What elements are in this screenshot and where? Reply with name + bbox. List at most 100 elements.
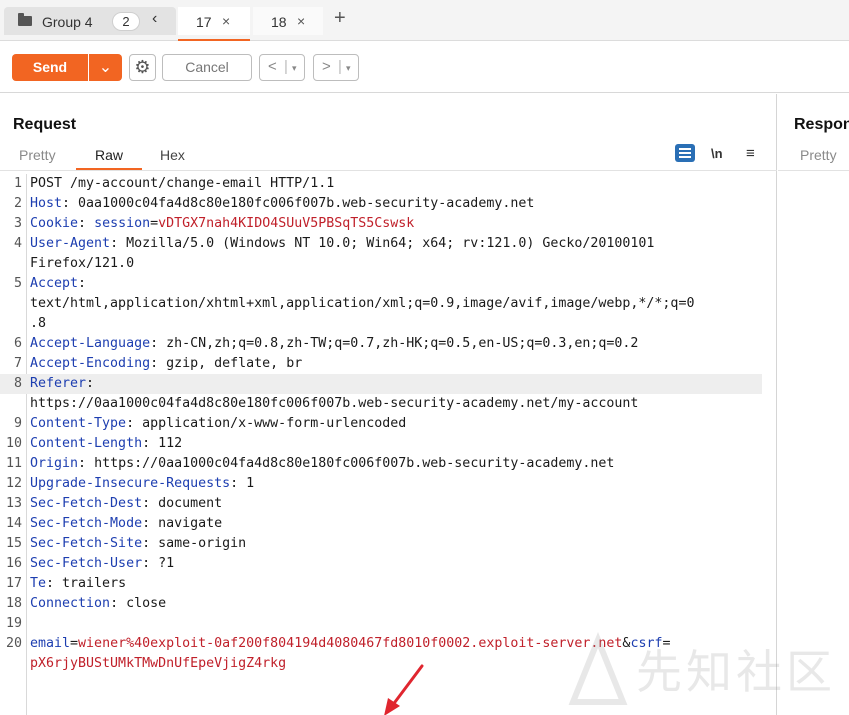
close-icon[interactable]: × (222, 13, 230, 29)
param-value: pX6rjyBUStUMkTMwDnUfEpeVjigZ4rkg (30, 656, 287, 671)
param-name: session (94, 216, 151, 231)
history-forward-button[interactable]: > | ▾ (313, 54, 359, 81)
header-value: same-origin (158, 536, 247, 551)
param-equals: = (150, 216, 159, 231)
close-icon[interactable]: × (297, 13, 305, 29)
line-content: Upgrade-Insecure-Requests: 1 (30, 474, 254, 494)
line-number: 1 (13, 176, 22, 191)
line-number: 2 (13, 196, 22, 211)
show-newlines-icon[interactable]: \n (711, 146, 723, 161)
code-line: 13 Sec-Fetch-Dest: document (0, 494, 762, 514)
line-content: Te: trailers (30, 574, 126, 594)
header-name: Sec-Fetch-Site (30, 536, 143, 551)
code-line: 18 Connection: close (0, 594, 762, 614)
header-value: https://0aa1000c04fa4d8c80e180fc006f007b… (94, 456, 615, 471)
response-subtab-pretty[interactable]: Pretty (800, 147, 837, 163)
line-number: 10 (5, 436, 22, 451)
settings-button[interactable]: ⚙ (129, 54, 156, 81)
header-value: trailers (62, 576, 127, 591)
header-name: Content-Type (30, 416, 127, 431)
tab-18[interactable]: 18 × (253, 7, 323, 35)
header-value: gzip, deflate, br (166, 356, 303, 371)
add-tab-icon[interactable]: + (334, 7, 346, 30)
menu-icon[interactable]: ≡ (746, 145, 755, 162)
param-name: email (30, 636, 71, 651)
line-content: https://0aa1000c04fa4d8c80e180fc006f007b… (30, 394, 638, 414)
cancel-button[interactable]: Cancel (162, 54, 252, 81)
code-line: 2 Host: 0aa1000c04fa4d8c80e180fc006f007b.… (0, 194, 762, 214)
watermark-text: 先知社区 (636, 645, 836, 699)
line-number: 17 (5, 576, 22, 591)
tab-group[interactable]: Group 4 2 ‹ (4, 7, 176, 35)
header-value: document (158, 496, 223, 511)
header-value: application/x-www-form-urlencoded (142, 416, 407, 431)
code-line: .8 (0, 314, 762, 334)
header-separator: : (78, 276, 87, 291)
line-number: 6 (13, 336, 22, 351)
header-separator: : (142, 436, 159, 451)
history-back-button[interactable]: < | ▾ (259, 54, 305, 81)
line-content: Origin: https://0aa1000c04fa4d8c80e180fc… (30, 454, 614, 474)
line-content: Content-Type: application/x-www-form-url… (30, 414, 406, 434)
header-value: zh-CN,zh;q=0.8,zh-TW;q=0.7,zh-HK;q=0.5,e… (166, 336, 639, 351)
line-number: 9 (13, 416, 22, 431)
header-separator: : (86, 376, 95, 391)
divider (0, 170, 777, 171)
line-number: 14 (5, 516, 22, 531)
header-name: Origin (30, 456, 79, 471)
chevron-left-icon[interactable]: ‹ (152, 10, 157, 28)
header-name: Content-Length (30, 436, 143, 451)
line-number: 4 (13, 236, 22, 251)
line-content: Cookie: session=vDTGX7nah4KIDO4SUuV5PBSq… (30, 214, 414, 234)
param-equals: = (70, 636, 79, 651)
subtab-hex[interactable]: Hex (160, 147, 185, 163)
header-value: Firefox/121.0 (30, 256, 135, 271)
header-value: close (126, 596, 167, 611)
line-content: pX6rjyBUStUMkTMwDnUfEpeVjigZ4rkg (30, 654, 286, 674)
subtab-raw[interactable]: Raw (95, 147, 123, 163)
line-content: User-Agent: Mozilla/5.0 (Windows NT 10.0… (30, 234, 654, 254)
header-separator: : (62, 196, 79, 211)
line-content: Host: 0aa1000c04fa4d8c80e180fc006f007b.w… (30, 194, 534, 214)
line-content: Sec-Fetch-Dest: document (30, 494, 222, 514)
header-name: Te (30, 576, 47, 591)
tab-group-label: Group 4 (42, 14, 93, 30)
line-content: Content-Length: 112 (30, 434, 182, 454)
header-name: Cookie (30, 216, 79, 231)
param-value: wiener%40exploit-0af200f804194d4080467fd… (78, 636, 623, 651)
header-value: text/html,application/xhtml+xml,applicat… (30, 296, 695, 311)
code-line: 6 Accept-Language: zh-CN,zh;q=0.8,zh-TW;q… (0, 334, 762, 354)
header-value: navigate (158, 516, 223, 531)
header-separator: : (142, 536, 159, 551)
code-line: Firefox/121.0 (0, 254, 762, 274)
tab-bar: Group 4 2 ‹ 17 × 18 × + (0, 0, 849, 41)
tab-17[interactable]: 17 × (178, 7, 250, 41)
code-line: text/html,application/xhtml+xml,applicat… (0, 294, 762, 314)
code-line: 4 User-Agent: Mozilla/5.0 (Windows NT 10.… (0, 234, 762, 254)
word-wrap-icon[interactable] (675, 144, 695, 162)
code-line: 11 Origin: https://0aa1000c04fa4d8c80e180… (0, 454, 762, 474)
send-button[interactable]: Send (12, 54, 88, 81)
header-name: Sec-Fetch-User (30, 556, 143, 571)
header-name: Upgrade-Insecure-Requests (30, 476, 231, 491)
code-line: 16 Sec-Fetch-User: ?1 (0, 554, 762, 574)
divider: | (284, 58, 288, 75)
header-value: 112 (158, 436, 183, 451)
header-name: Sec-Fetch-Mode (30, 516, 143, 531)
line-content: POST /my-account/change-email HTTP/1.1 (30, 174, 334, 194)
code-line: 10 Content-Length: 112 (0, 434, 762, 454)
line-number: 3 (13, 216, 22, 231)
header-value: .8 (30, 316, 47, 331)
line-number: 15 (5, 536, 22, 551)
header-value: https://0aa1000c04fa4d8c80e180fc006f007b… (30, 396, 639, 411)
header-name: Host (30, 196, 63, 211)
code-line: 17 Te: trailers (0, 574, 762, 594)
line-content: Referer: (30, 374, 94, 394)
subtab-pretty[interactable]: Pretty (19, 147, 56, 163)
header-separator: : (46, 576, 63, 591)
chevron-right-icon: > (322, 58, 331, 75)
tab-label: 17 (196, 14, 212, 30)
code-line: 5 Accept: (0, 274, 762, 294)
header-name: Referer (30, 376, 87, 391)
send-dropdown-button[interactable]: ⌄ (89, 54, 122, 81)
